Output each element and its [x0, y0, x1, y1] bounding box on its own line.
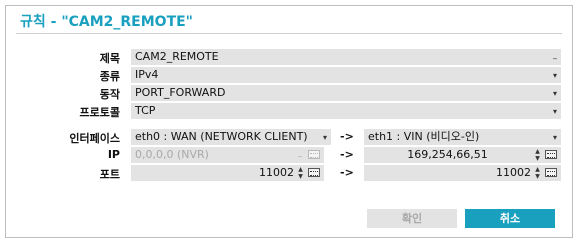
name-label: 제목 — [99, 52, 120, 65]
confirm-button[interactable]: 확인 — [367, 209, 457, 228]
chevron-down-icon: ▾ — [552, 107, 557, 116]
source-ip-field: 0,0,0,0 (NVR) _ — [131, 147, 324, 163]
ip-arrow: -> — [340, 148, 354, 161]
protocol-label: 프로토콜 — [79, 106, 120, 119]
ip-label: IP — [107, 148, 120, 161]
keyboard-icon[interactable] — [545, 168, 557, 177]
chevron-down-icon: ▾ — [552, 89, 557, 98]
name-value: CAM2_REMOTE — [135, 50, 219, 63]
action-label: 동작 — [99, 88, 120, 101]
dialog-title: 규칙 - "CAM2_REMOTE" — [20, 14, 193, 30]
chevron-down-icon: ▾ — [322, 133, 327, 142]
spin-down-icon[interactable]: ▼ — [534, 155, 541, 162]
action-value: PORT_FORWARD — [135, 86, 226, 99]
port-arrow: -> — [340, 166, 354, 179]
keyboard-icon[interactable] — [308, 168, 320, 177]
action-select[interactable]: PORT_FORWARD ▾ — [131, 85, 561, 101]
chevron-down-icon: ▾ — [552, 71, 557, 80]
spin-up-icon[interactable]: ▲ — [534, 166, 541, 173]
target-port-spinner[interactable]: ▲ ▼ — [534, 166, 541, 180]
source-port-field[interactable]: 11002 ▲ ▼ — [131, 165, 324, 181]
keyboard-icon — [308, 150, 320, 159]
interface-arrow: -> — [340, 130, 354, 143]
spin-up-icon[interactable]: ▲ — [534, 148, 541, 155]
source-port-value: 11002 — [259, 166, 294, 179]
source-ip-value: 0,0,0,0 (NVR) — [135, 148, 209, 161]
target-interface-select[interactable]: eth1 : VIN (비디오-인) ▾ — [364, 129, 561, 145]
target-ip-field[interactable]: 169,254,66,51 ▲ ▼ — [364, 147, 561, 163]
port-label: 포트 — [99, 168, 120, 181]
name-suffix: _ — [553, 50, 557, 59]
spin-down-icon[interactable]: ▼ — [534, 173, 541, 180]
rule-dialog: 규칙 - "CAM2_REMOTE" 제목 CAM2_REMOTE _ 종류 I… — [5, 5, 573, 238]
cancel-button[interactable]: 취소 — [465, 209, 555, 228]
target-ip-value: 169,254,66,51 — [407, 148, 488, 161]
protocol-select[interactable]: TCP ▾ — [131, 103, 561, 119]
target-port-field[interactable]: 11002 ▲ ▼ — [364, 165, 561, 181]
source-interface-value: eth0 : WAN (NETWORK CLIENT) — [135, 130, 308, 143]
name-field[interactable]: CAM2_REMOTE _ — [131, 49, 561, 65]
chevron-down-icon: ▾ — [552, 133, 557, 142]
type-label: 종류 — [99, 70, 120, 83]
target-port-value: 11002 — [496, 166, 531, 179]
type-select[interactable]: IPv4 ▾ — [131, 67, 561, 83]
type-value: IPv4 — [135, 68, 159, 81]
source-interface-select[interactable]: eth0 : WAN (NETWORK CLIENT) ▾ — [131, 129, 331, 145]
source-port-spinner[interactable]: ▲ ▼ — [297, 166, 304, 180]
keyboard-icon[interactable] — [545, 150, 557, 159]
spin-up-icon[interactable]: ▲ — [297, 166, 304, 173]
source-ip-suffix: _ — [298, 148, 302, 157]
title-divider — [16, 33, 562, 34]
target-interface-value: eth1 : VIN (비디오-인) — [368, 130, 480, 143]
interface-label: 인터페이스 — [69, 132, 120, 145]
protocol-value: TCP — [135, 104, 156, 117]
ip-spinner[interactable]: ▲ ▼ — [534, 148, 541, 162]
spin-down-icon[interactable]: ▼ — [297, 173, 304, 180]
